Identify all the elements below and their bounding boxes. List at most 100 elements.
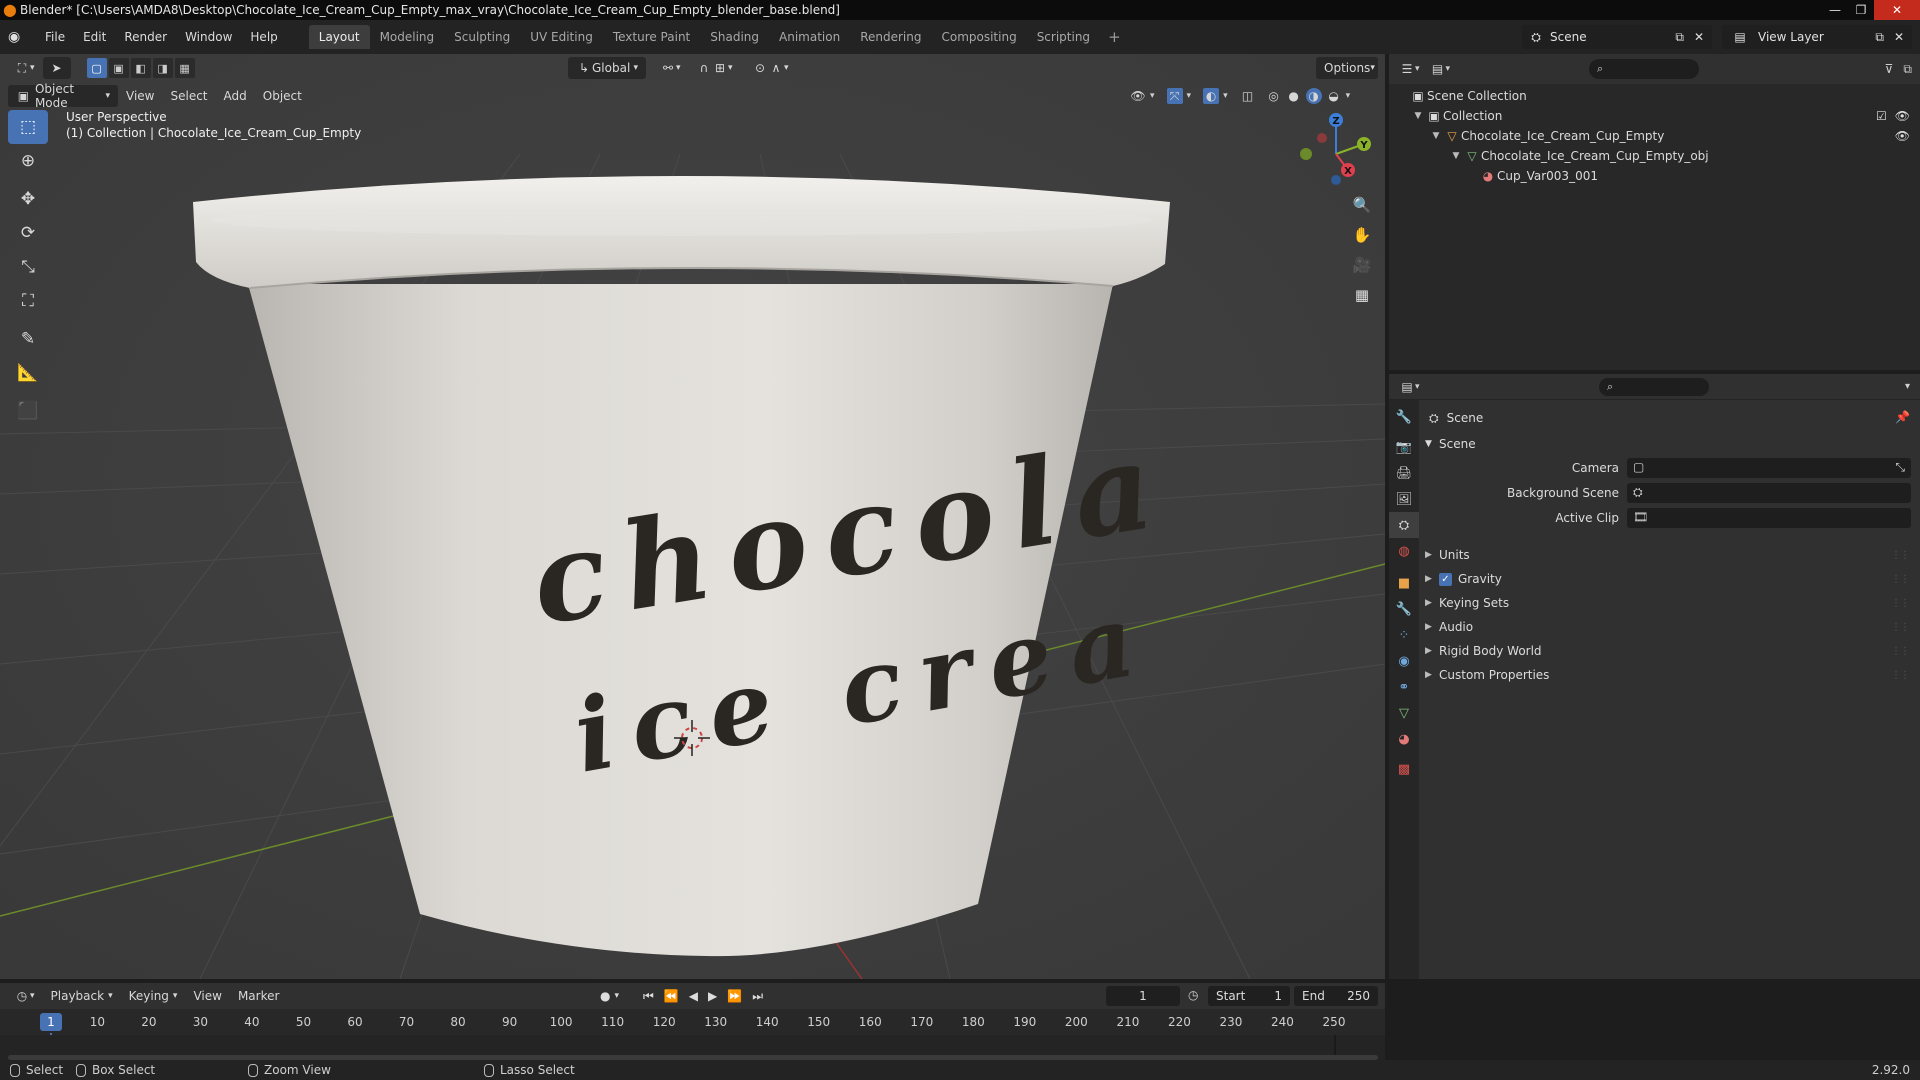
outliner-row-empty-object[interactable]: ▼ ▽ Chocolate_Ice_Cream_Cup_Empty 👁 [1389, 126, 1920, 146]
outliner-row-material[interactable]: ◕ Cup_Var003_001 [1389, 166, 1920, 186]
texture-tab-icon[interactable]: ▩ [1389, 756, 1419, 782]
move-tool-icon[interactable]: ✥ [8, 182, 48, 216]
solid-shading-icon[interactable]: ● [1286, 88, 1302, 104]
object-mode-dropdown[interactable]: ▣ Object Mode ▾ [8, 82, 118, 110]
camera-field[interactable]: ▢ ⤡ [1627, 458, 1911, 478]
view-layer-selector[interactable]: ▤ View Layer ⧉ ✕ [1722, 25, 1912, 49]
wireframe-shading-icon[interactable]: ◎ [1266, 88, 1282, 104]
xray-toggle-icon[interactable]: ◫ [1240, 88, 1256, 104]
background-scene-field[interactable]: ⛭ [1627, 483, 1911, 503]
properties-options-icon[interactable]: ▾ [1905, 381, 1910, 392]
world-tab-icon[interactable]: ◍ [1389, 538, 1419, 564]
pivot-point-dropdown[interactable]: ⚯ ▾ [652, 57, 689, 79]
remove-view-layer-icon[interactable]: ✕ [1894, 30, 1904, 44]
exclude-checkbox[interactable]: ☑ [1876, 109, 1887, 123]
eye-icon[interactable]: 👁 [1895, 129, 1910, 143]
camera-view-icon[interactable]: 🎥 [1347, 250, 1377, 280]
select-intersect-icon[interactable]: ▦ [174, 58, 195, 78]
viewport-menu-object[interactable]: Object [255, 85, 310, 107]
expand-arrow-icon[interactable]: ▶ [1425, 670, 1439, 680]
menu-file[interactable]: File [36, 25, 74, 49]
data-tab-icon[interactable]: ▽ [1389, 700, 1419, 726]
tab-animation[interactable]: Animation [769, 25, 850, 49]
editor-type-button[interactable]: ⛶ ▾ [6, 57, 43, 79]
zoom-view-icon[interactable]: 🔍 [1347, 190, 1377, 220]
transform-tool-icon[interactable]: ⛶ [8, 284, 48, 318]
tab-texture-paint[interactable]: Texture Paint [603, 25, 700, 49]
physics-tab-icon[interactable]: ◉ [1389, 648, 1419, 674]
start-frame-field[interactable]: Start 1 [1208, 986, 1290, 1006]
expand-arrow-icon[interactable]: ▶ [1425, 646, 1439, 656]
play-reverse-icon[interactable]: ◀ [689, 989, 698, 1003]
tool-tab-icon[interactable]: 🔧 [1389, 404, 1419, 430]
viewport-menu-add[interactable]: Add [216, 85, 255, 107]
next-keyframe-icon[interactable]: ⏩ [727, 989, 742, 1003]
prev-keyframe-icon[interactable]: ⏪ [664, 989, 679, 1003]
blender-menu-icon[interactable]: ◉ [8, 29, 28, 45]
overlays-toggle-icon[interactable]: ◐ [1203, 88, 1220, 104]
outliner-search-input[interactable]: ⌕ [1589, 59, 1699, 79]
close-button[interactable]: ✕ [1874, 0, 1920, 20]
expand-arrow-icon[interactable]: ▶ [1425, 574, 1439, 584]
material-tab-icon[interactable]: ◕ [1389, 726, 1419, 752]
eyedropper-icon[interactable]: ⤡ [1895, 460, 1905, 475]
scene-tab-icon[interactable]: ⛭ [1389, 512, 1419, 538]
select-extend-icon[interactable]: ▣ [108, 58, 129, 78]
outliner-editor-icon[interactable]: ☰ [1399, 61, 1415, 77]
end-frame-field[interactable]: End 250 [1294, 986, 1378, 1006]
expand-arrow-icon[interactable]: ▼ [1429, 131, 1443, 141]
add-workspace-button[interactable]: + [1100, 25, 1129, 49]
keying-dropdown[interactable]: Keying ▾ [121, 985, 186, 1007]
particles-tab-icon[interactable]: ⁘ [1389, 622, 1419, 648]
rendered-shading-icon[interactable]: ◒ [1326, 88, 1342, 104]
output-tab-icon[interactable]: 🖨 [1389, 460, 1419, 486]
menu-help[interactable]: Help [241, 25, 286, 49]
new-view-layer-icon[interactable]: ⧉ [1875, 30, 1884, 45]
tab-shading[interactable]: Shading [700, 25, 769, 49]
scene-selector[interactable]: ⛭ Scene ⧉ ✕ [1522, 25, 1712, 49]
render-tab-icon[interactable]: 📷 [1389, 434, 1419, 460]
viewport-menu-select[interactable]: Select [162, 85, 215, 107]
expand-arrow-icon[interactable]: ▼ [1449, 151, 1463, 161]
audio-subpanel[interactable]: ▶ Audio ⋮⋮ [1425, 616, 1915, 638]
outliner-row-scene-collection[interactable]: ▣ Scene Collection [1389, 86, 1920, 106]
menu-edit[interactable]: Edit [74, 25, 115, 49]
filter-icon[interactable]: ⊽ [1885, 62, 1894, 77]
transform-orientation-dropdown[interactable]: ↳ Global ▾ [568, 57, 646, 79]
viewport-menu-view[interactable]: View [118, 85, 162, 107]
custom-properties-subpanel[interactable]: ▶ Custom Properties ⋮⋮ [1425, 664, 1915, 686]
timeline-menu-view[interactable]: View [185, 985, 229, 1007]
timeline-menu-marker[interactable]: Marker [230, 985, 287, 1007]
play-icon[interactable]: ▶ [708, 989, 717, 1003]
tab-compositing[interactable]: Compositing [931, 25, 1026, 49]
tab-uv-editing[interactable]: UV Editing [520, 25, 603, 49]
select-invert-icon[interactable]: ◨ [152, 58, 173, 78]
expand-arrow-icon[interactable]: ▼ [1411, 111, 1425, 121]
new-scene-icon[interactable]: ⧉ [1675, 30, 1684, 45]
select-box-tool-icon[interactable]: ⬚ [8, 110, 48, 144]
properties-search-input[interactable]: ⌕ [1599, 377, 1709, 396]
active-clip-field[interactable]: 🎞 [1627, 508, 1911, 528]
menu-render[interactable]: Render [115, 25, 176, 49]
eye-icon[interactable]: 👁 [1895, 109, 1910, 123]
preview-range-icon[interactable]: ◷ [1188, 988, 1198, 1002]
expand-arrow-icon[interactable]: ▶ [1425, 622, 1439, 632]
pin-icon[interactable]: 📌 [1895, 410, 1910, 424]
object-tab-icon[interactable]: ■ [1389, 570, 1419, 596]
add-cube-tool-icon[interactable]: ⬛ [8, 394, 48, 428]
rigid-body-world-subpanel[interactable]: ▶ Rigid Body World ⋮⋮ [1425, 640, 1915, 662]
tab-layout[interactable]: Layout [308, 25, 370, 49]
snap-toggle[interactable]: ∩ ⊞ ▾ [688, 57, 741, 79]
tab-scripting[interactable]: Scripting [1027, 25, 1100, 49]
rotate-tool-icon[interactable]: ⟳ [8, 216, 48, 250]
display-mode-icon[interactable]: ▤ [1430, 61, 1446, 77]
menu-window[interactable]: Window [176, 25, 241, 49]
tab-modeling[interactable]: Modeling [370, 25, 445, 49]
new-collection-icon[interactable]: ⧉ [1903, 62, 1912, 77]
view-layer-tab-icon[interactable]: 🖼 [1389, 486, 1419, 512]
material-shading-icon[interactable]: ◑ [1305, 88, 1322, 104]
scene-panel-header[interactable]: ▼ Scene [1425, 434, 1476, 454]
select-new-icon[interactable]: ▢ [86, 58, 107, 78]
visibility-icon[interactable]: 👁 [1130, 88, 1146, 104]
playback-dropdown[interactable]: Playback ▾ [43, 985, 121, 1007]
